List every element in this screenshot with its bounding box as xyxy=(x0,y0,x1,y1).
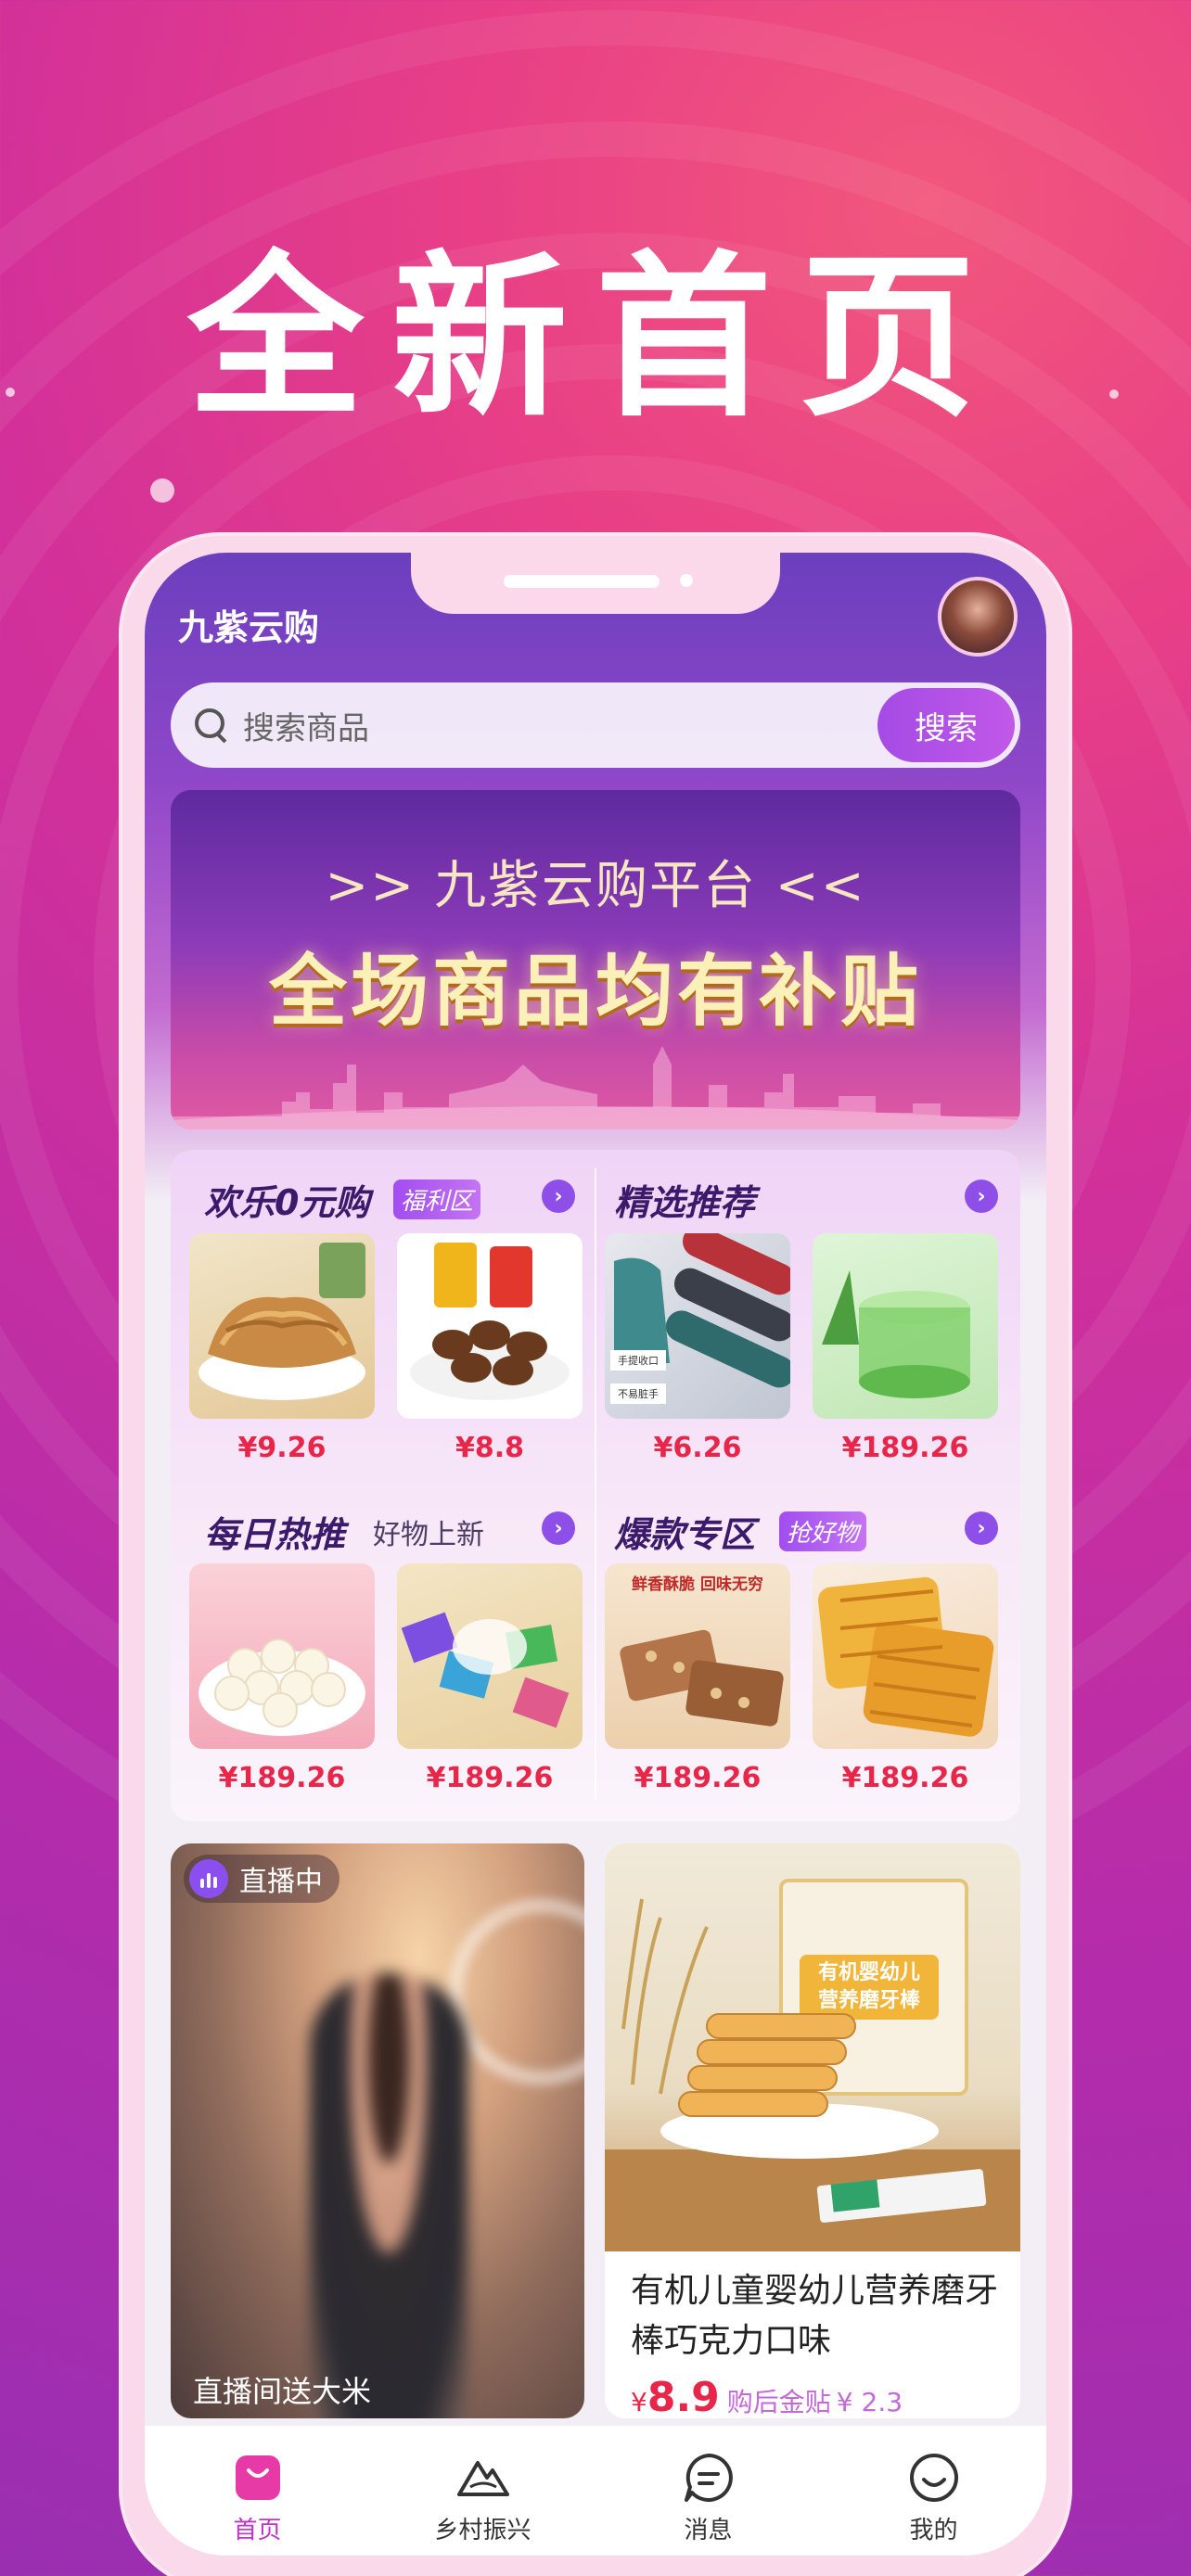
product-image-text: 手提收口 xyxy=(618,1354,659,1367)
product-item[interactable]: ¥189.26 xyxy=(397,1563,583,1794)
box-label: 有机婴幼儿 xyxy=(818,1960,920,1984)
search-button[interactable]: 搜索 xyxy=(877,688,1015,762)
product-image-nut-bar: 鲜香酥脆 回味无穷 xyxy=(605,1563,790,1749)
chevron-right-icon[interactable]: › xyxy=(965,1180,998,1213)
section-title-daily-hot[interactable]: 每日热推 xyxy=(204,1506,345,1557)
product-price: ¥189.26 xyxy=(841,1432,969,1464)
live-bars-icon xyxy=(189,1859,228,1898)
product-price: ¥9.26 xyxy=(237,1432,327,1464)
product-price: ¥189.26 xyxy=(426,1762,554,1794)
tab-rural-revitalization[interactable]: 乡村振兴 xyxy=(370,2426,596,2556)
product-image-trash-bags: 手提收口 不易脏手 xyxy=(605,1233,790,1419)
tab-home[interactable]: 首页 xyxy=(145,2426,370,2556)
product-image-noodle xyxy=(189,1233,375,1419)
box-label: 营养磨牙棒 xyxy=(818,1988,921,2012)
smile-icon xyxy=(909,2454,958,2502)
phone-screen: 九紫云购 搜索商品 搜索 >> 九紫云购平台 << 全场商品均有补贴 欢乐0元购… xyxy=(145,553,1046,2556)
product-title: 有机儿童婴幼儿营养磨牙棒巧克力口味 xyxy=(631,2272,999,2360)
mountain-icon xyxy=(456,2461,509,2496)
section-title-zero-buy[interactable]: 欢乐0元购 xyxy=(204,1174,369,1225)
tab-me[interactable]: 我的 xyxy=(821,2426,1046,2556)
product-image-milk-candy xyxy=(189,1563,375,1749)
product-item[interactable]: ¥8.8 xyxy=(397,1233,583,1464)
search-icon xyxy=(193,707,230,744)
chevron-right-icon[interactable]: › xyxy=(542,1511,575,1545)
product-image-text: 鲜香酥脆 回味无穷 xyxy=(632,1575,763,1594)
tab-messages[interactable]: 消息 xyxy=(596,2426,821,2556)
product-image-candy-pack xyxy=(397,1563,583,1749)
product-image-teething-sticks: 有机婴幼儿 营养磨牙棒 xyxy=(605,1843,1020,2251)
tab-label: 消息 xyxy=(684,2517,733,2544)
phone-notch xyxy=(411,553,780,614)
section-tag-grab: 抢好物 xyxy=(779,1511,867,1551)
banner-subtitle: >> 九紫云购平台 << xyxy=(325,856,866,916)
chevron-right-icon[interactable]: › xyxy=(965,1511,998,1545)
speaker xyxy=(504,575,660,588)
product-image-waffle xyxy=(813,1563,998,1749)
decor-dot xyxy=(150,478,174,503)
search-bar[interactable]: 搜索商品 搜索 xyxy=(171,682,1020,768)
camera xyxy=(680,574,693,587)
product-price: ¥189.26 xyxy=(841,1762,969,1794)
tab-label: 首页 xyxy=(233,2517,282,2544)
product-price: ¥8.9 购后金贴 ¥ 2.3 xyxy=(631,2374,903,2418)
app-title: 九紫云购 xyxy=(178,607,320,648)
product-price: ¥189.26 xyxy=(634,1762,762,1794)
subsidy-label: 购后金贴 xyxy=(726,2387,831,2417)
live-caption: 直播间送大米 xyxy=(193,2374,372,2409)
tab-label: 我的 xyxy=(909,2517,958,2544)
promo-banner[interactable]: >> 九紫云购平台 << 全场商品均有补贴 xyxy=(171,790,1020,1129)
section-tag-welfare: 福利区 xyxy=(393,1180,481,1219)
section-title-bestsellers[interactable]: 爆款专区 xyxy=(614,1506,755,1557)
price-value: 8.9 xyxy=(647,2374,720,2418)
streamer-image xyxy=(310,1973,467,2418)
currency-symbol: ¥ xyxy=(631,2387,647,2417)
section-title-featured[interactable]: 精选推荐 xyxy=(614,1174,755,1225)
product-item[interactable]: ¥9.26 xyxy=(189,1233,375,1464)
chevron-right-icon[interactable]: › xyxy=(542,1180,575,1213)
banner-title: 全场商品均有补贴 xyxy=(268,946,922,1037)
live-stream-card[interactable]: 直播中 直播间送大米 xyxy=(171,1843,584,2418)
bottom-tab-bar: 首页 乡村振兴 消息 我的 xyxy=(145,2426,1046,2556)
tab-label: 乡村振兴 xyxy=(434,2517,531,2544)
product-image-beans xyxy=(397,1233,583,1419)
product-image-aloe-gel xyxy=(813,1233,998,1419)
city-skyline-graphic xyxy=(171,1046,1020,1129)
product-image-text: 不易脏手 xyxy=(618,1387,659,1400)
product-item[interactable]: 鲜香酥脆 回味无穷 ¥189.26 xyxy=(605,1563,790,1794)
product-item[interactable]: ¥189.26 xyxy=(189,1563,375,1794)
message-icon xyxy=(684,2454,733,2502)
live-badge: 直播中 xyxy=(184,1855,339,1903)
product-price: ¥8.8 xyxy=(455,1432,525,1464)
product-sections-card: 欢乐0元购 福利区 › 精选推荐 › ¥9.26 ¥8.8 手提收口 不易脏手 … xyxy=(171,1150,1020,1821)
subsidy-value: ¥ 2.3 xyxy=(836,2387,903,2417)
avatar[interactable] xyxy=(938,577,1018,657)
section-tag-new-arrivals: 好物上新 xyxy=(373,1519,484,1551)
ring-light-graphic xyxy=(449,1899,584,2085)
shopping-bag-icon xyxy=(235,2455,280,2500)
product-price: ¥6.26 xyxy=(653,1432,742,1464)
section-divider xyxy=(595,1168,596,1799)
live-badge-label: 直播中 xyxy=(239,1866,323,1898)
product-card[interactable]: 有机婴幼儿 营养磨牙棒 有机儿童婴幼儿营养磨牙棒巧克力口味 ¥8.9 购后金贴 ¥ … xyxy=(605,1843,1020,2418)
promo-headline: 全新首页 xyxy=(186,236,1004,440)
product-price: ¥189.26 xyxy=(218,1762,346,1794)
product-item[interactable]: 手提收口 不易脏手 ¥6.26 xyxy=(605,1233,790,1464)
product-item[interactable]: ¥189.26 xyxy=(813,1233,998,1464)
product-item[interactable]: ¥189.26 xyxy=(813,1563,998,1794)
